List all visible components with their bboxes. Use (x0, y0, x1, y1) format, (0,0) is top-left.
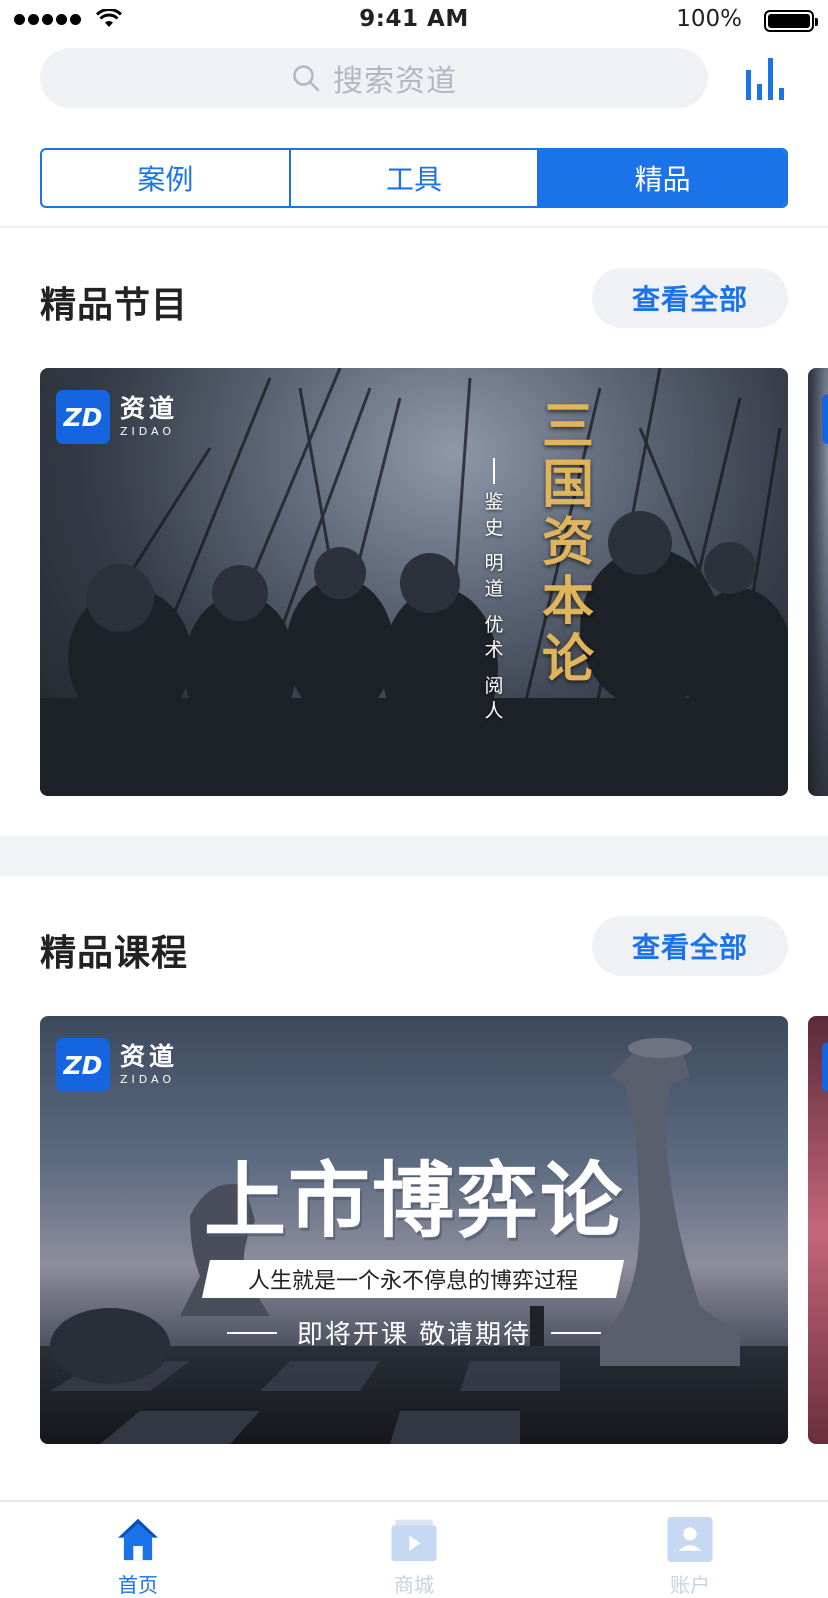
stats-icon[interactable] (746, 58, 788, 100)
tagline-char: 阅 (484, 674, 504, 697)
tab-home[interactable]: 首页 (0, 1502, 276, 1598)
title-char: 本 (541, 570, 594, 632)
brand-name: 资道 (120, 1042, 179, 1071)
bottom-tab-bar: 首页 商城 账户 (0, 1500, 828, 1598)
tagline-char: 明 (484, 552, 504, 575)
search-placeholder: 搜索资道 (333, 64, 457, 99)
title-char: 论 (541, 628, 594, 690)
tab-store-label: 商城 (394, 1573, 434, 1597)
tab-home-label: 首页 (118, 1573, 158, 1597)
next-program-banner-peek[interactable] (808, 368, 828, 796)
course-cta: 即将开课 敬请期待 (40, 1314, 788, 1351)
zidao-logo-icon: ZD (56, 1038, 110, 1092)
brand-logo: ZD 资道 ZIDAO (56, 1038, 178, 1092)
brand-logo: ZD 资道 ZIDAO (56, 390, 178, 444)
search-icon (293, 65, 320, 92)
course-subtitle-ribbon: 人生就是一个永不停息的博弈过程 (201, 1260, 625, 1298)
view-all-programs-button[interactable]: 查看全部 (592, 268, 788, 328)
next-course-banner-peek[interactable] (808, 1016, 828, 1444)
category-segmented-control: 案例 工具 精品 (40, 148, 788, 208)
brand-name: 资道 (120, 394, 179, 423)
tagline-char: 术 (484, 639, 504, 662)
program-tagline: 鉴 史 明 道 优 术 阅 人 (480, 458, 508, 725)
brand-subname: ZIDAO (120, 425, 176, 438)
section-title-courses: 精品课程 (40, 933, 189, 974)
account-icon (667, 1516, 713, 1563)
tab-store[interactable]: 商城 (276, 1502, 552, 1598)
zidao-logo-icon: ZD (56, 390, 110, 444)
section-separator (0, 836, 828, 876)
divider (0, 226, 828, 228)
battery-percentage: 100% (676, 6, 742, 32)
tagline-char: 鉴 (484, 491, 504, 513)
tagline-char: 人 (484, 700, 504, 723)
title-char: 三 (541, 396, 594, 457)
tagline-char: 史 (484, 516, 504, 539)
view-all-courses-button[interactable]: 查看全部 (592, 916, 788, 976)
course-banner[interactable]: ZD 资道 ZIDAO 上市博弈论 人生就是一个永不停息的博弈过程 即将开课 敬… (40, 1016, 788, 1444)
section-title-programs: 精品节目 (40, 285, 189, 326)
status-bar: 9:41 AM 100% (0, 0, 828, 40)
tagline-char: 优 (484, 613, 504, 636)
title-char: 资 (541, 512, 594, 574)
tab-tools[interactable]: 工具 (288, 150, 538, 206)
tab-account-label: 账户 (670, 1573, 710, 1597)
course-title: 上市博弈论 (203, 1154, 624, 1249)
home-icon (118, 1518, 158, 1561)
store-icon (391, 1519, 437, 1562)
tab-account[interactable]: 账户 (552, 1502, 828, 1598)
course-subtitle: 人生就是一个永不停息的博弈过程 (247, 1269, 578, 1294)
search-input[interactable]: 搜索资道 (40, 48, 708, 108)
tab-cases[interactable]: 案例 (42, 150, 289, 206)
battery-icon (764, 10, 818, 32)
program-title: 三 国 资 本 论 (538, 396, 598, 690)
course-cta-text: 即将开课 敬请期待 (296, 1320, 532, 1350)
tagline-char: 道 (484, 577, 504, 600)
title-char: 国 (541, 454, 594, 516)
tab-premium[interactable]: 精品 (537, 150, 786, 206)
program-banner[interactable]: ZD 资道 ZIDAO 鉴 史 明 道 优 术 阅 人 三 国 资 本 论 (40, 368, 788, 796)
brand-subname: ZIDAO (120, 1073, 176, 1086)
